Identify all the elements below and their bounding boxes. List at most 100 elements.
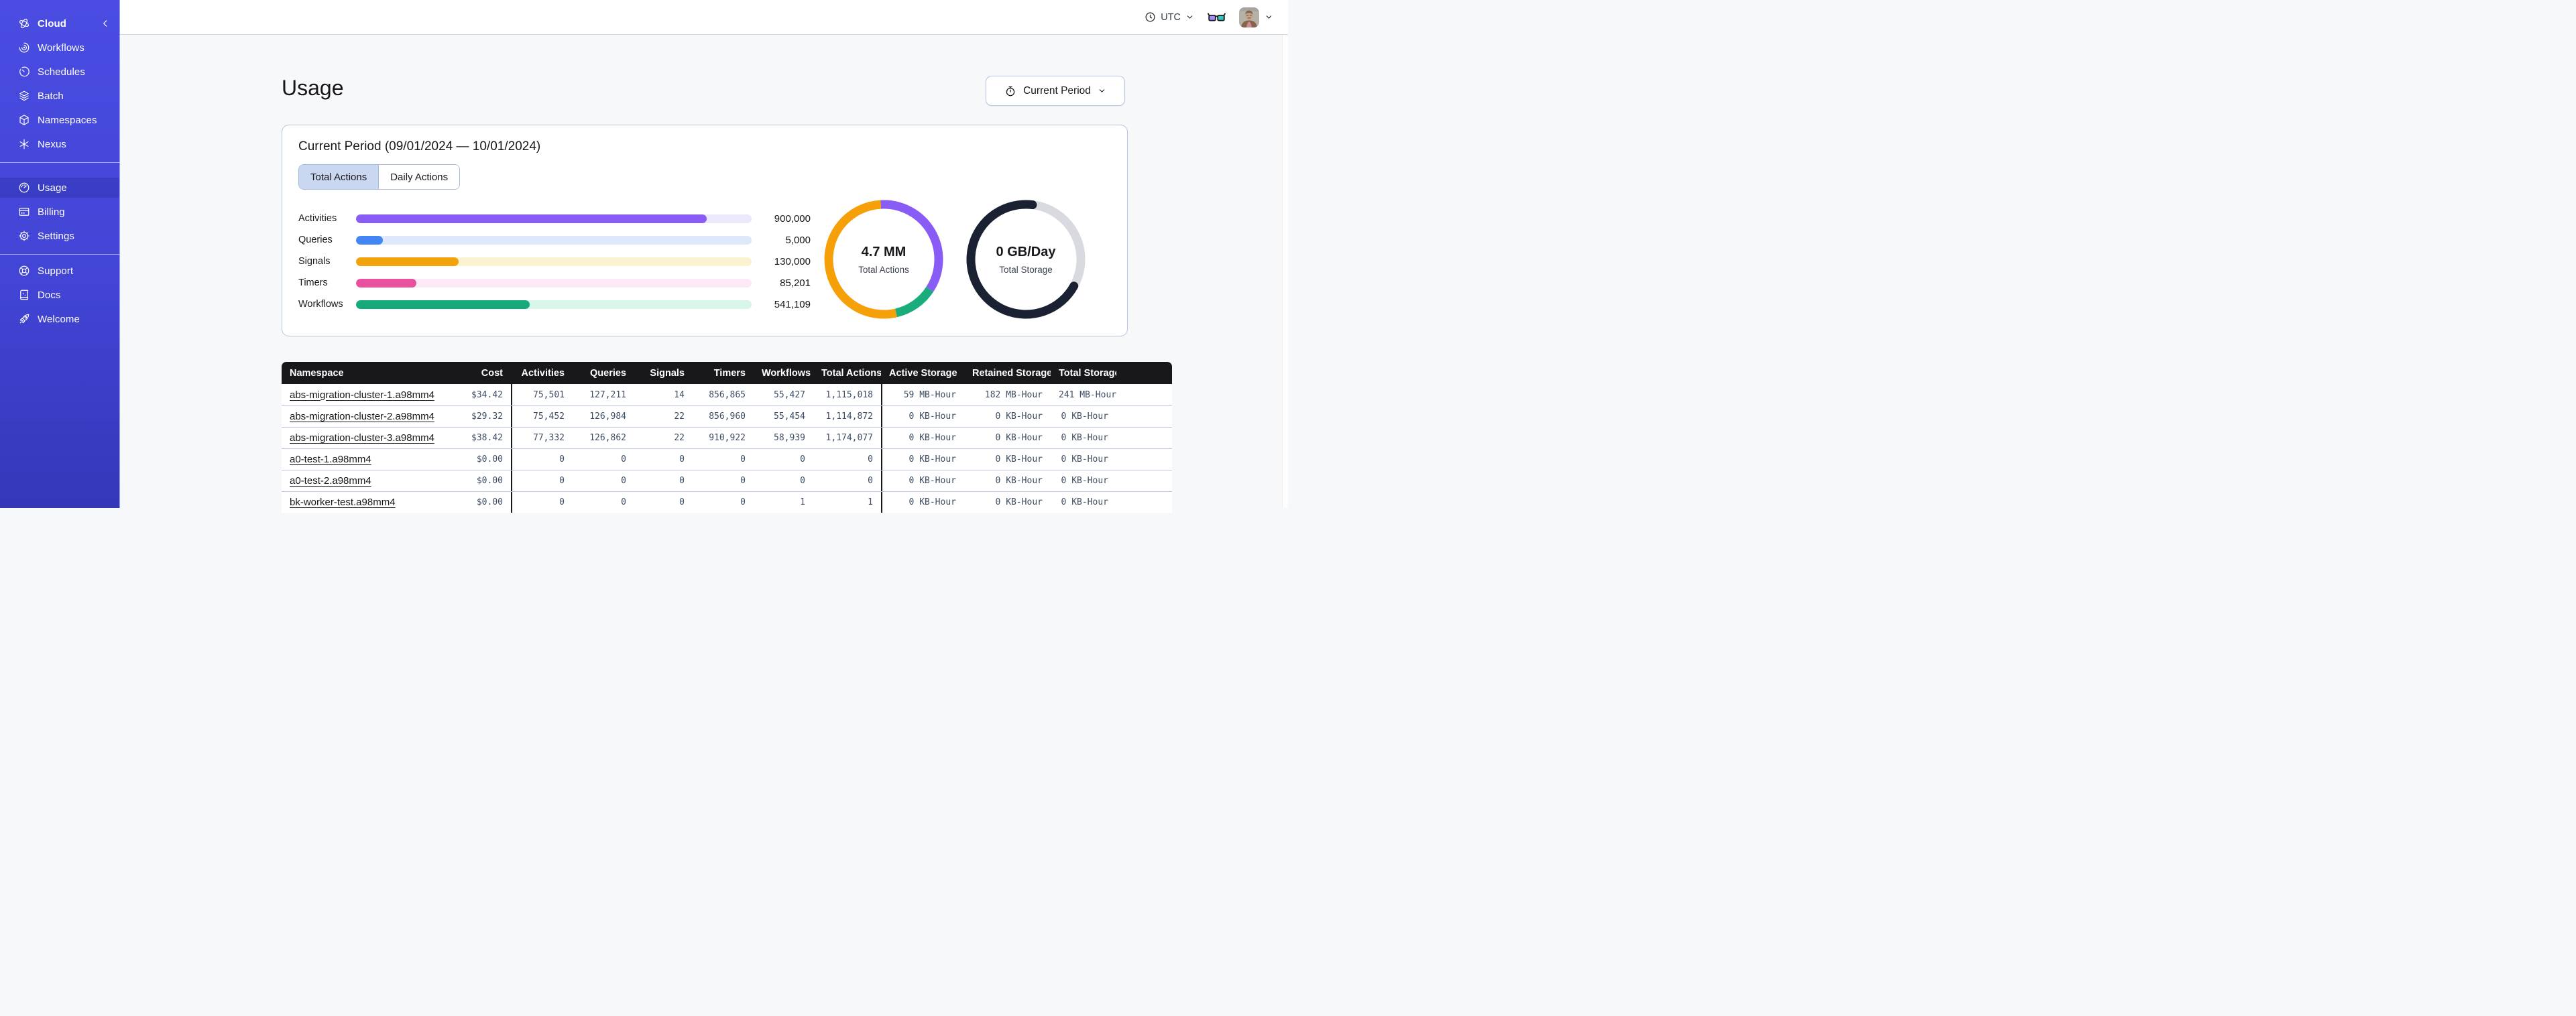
cell-active_storage: 0 KB-Hour: [881, 428, 964, 448]
cell-total_actions: 1,114,872: [825, 411, 873, 422]
cell-cost: $29.32: [471, 411, 503, 422]
usage-gauge-icon: [18, 182, 30, 194]
bar-track: [356, 214, 752, 223]
sidebar-item-label: Schedules: [38, 66, 85, 78]
sidebar-item-label: Batch: [38, 90, 64, 102]
sidebar-divider: [0, 254, 119, 255]
column-header-namespace: Namespace: [290, 367, 344, 379]
sidebar-brand-label: Cloud: [38, 17, 66, 29]
cell-activities: 0: [511, 492, 573, 513]
sidebar-item-settings[interactable]: Settings: [0, 226, 119, 246]
donut-total-storage: 0 GB/Day Total Storage: [965, 198, 1087, 320]
bar-row-activities: Activities 900,000: [298, 208, 823, 229]
bar-track: [356, 300, 752, 309]
cell-total_actions: 1: [868, 497, 873, 507]
cell-timers: 856,960: [709, 411, 746, 422]
sidebar-item-welcome[interactable]: Welcome: [0, 309, 119, 329]
user-menu[interactable]: [1239, 7, 1273, 27]
cell-workflows: 0: [800, 454, 805, 464]
cell-namespace: bk-worker-test.a98mm4: [282, 497, 451, 508]
cell-namespace: abs-migration-cluster-3.a98mm4: [282, 432, 451, 444]
bar-value: 900,000: [774, 212, 811, 225]
clock-icon: [1145, 12, 1155, 22]
donut-label: Total Storage: [999, 264, 1053, 275]
bar-row-timers: Timers 85,201: [298, 272, 823, 294]
sidebar-item-namespaces[interactable]: Namespaces: [0, 110, 119, 130]
sidebar-item-billing[interactable]: Billing: [0, 202, 119, 222]
column-header-signals: Signals: [650, 367, 685, 379]
namespace-link[interactable]: a0-test-2.a98mm4: [290, 475, 371, 487]
cell-timers: 910,922: [709, 433, 746, 443]
sidebar-item-schedules[interactable]: Schedules: [0, 62, 119, 82]
sidebar-item-label: Welcome: [38, 313, 80, 325]
cell-signals: 0: [679, 476, 685, 486]
sidebar-collapse-icon[interactable]: [101, 19, 110, 28]
column-header-activities: Activities: [521, 367, 565, 379]
stopwatch-icon: [1006, 86, 1015, 96]
donut-charts: 4.7 MM Total Actions 0 GB/Day Total Storage: [823, 198, 1111, 320]
tab-total-actions[interactable]: Total Actions: [299, 165, 379, 189]
cell-timers: 856,865: [709, 389, 746, 400]
scrollbar-track[interactable]: [1282, 35, 1288, 508]
feedback-glasses-icon[interactable]: [1208, 11, 1226, 23]
period-select-button[interactable]: Current Period: [986, 76, 1125, 106]
cell-queries: 0: [621, 497, 626, 507]
cell-queries: 127,211: [589, 389, 626, 400]
page-title: Usage: [282, 76, 344, 100]
cell-cost: $38.42: [471, 433, 503, 443]
timezone-select[interactable]: UTC: [1145, 11, 1194, 23]
donut-value: 0 GB/Day: [996, 244, 1056, 259]
bar-label: Queries: [298, 235, 333, 245]
cell-timers: 0: [740, 454, 746, 464]
namespace-link[interactable]: a0-test-1.a98mm4: [290, 454, 371, 465]
usage-summary-card: Current Period (09/01/2024 — 10/01/2024)…: [282, 125, 1128, 336]
temporal-logo-icon: [18, 17, 30, 29]
cell-queries: 0: [621, 454, 626, 464]
chevron-down-icon: [1187, 15, 1193, 19]
sidebar-item-docs[interactable]: Docs: [0, 285, 119, 305]
usage-bar-chart: Activities 900,000 Queries 5,000 Signals 130,…: [298, 198, 823, 320]
bar-fill: [356, 278, 417, 288]
sidebar-item-label: Nexus: [38, 138, 67, 150]
namespace-link[interactable]: abs-migration-cluster-2.a98mm4: [290, 411, 434, 422]
sidebar-divider: [0, 162, 119, 163]
nexus-asterisk-icon: [18, 138, 30, 150]
workflows-icon: [18, 42, 30, 54]
namespace-link[interactable]: abs-migration-cluster-1.a98mm4: [290, 389, 434, 401]
donut-label: Total Actions: [858, 264, 909, 275]
bar-label: Timers: [298, 277, 328, 288]
sidebar-item-batch[interactable]: Batch: [0, 86, 119, 106]
sidebar-item-label: Support: [38, 265, 74, 277]
sidebar-brand[interactable]: Cloud: [0, 13, 119, 34]
topbar: UTC: [120, 0, 1288, 35]
namespace-link[interactable]: abs-migration-cluster-3.a98mm4: [290, 432, 434, 444]
tab-daily-actions[interactable]: Daily Actions: [378, 165, 460, 189]
namespace-link[interactable]: bk-worker-test.a98mm4: [290, 497, 396, 508]
cell-cost: $0.00: [476, 497, 503, 507]
column-header-total_actions: Total Actions: [821, 367, 881, 379]
bar-fill: [356, 257, 459, 266]
sidebar-item-support[interactable]: Support: [0, 261, 119, 281]
cell-signals: 0: [679, 497, 685, 507]
sidebar-item-workflows[interactable]: Workflows: [0, 38, 119, 58]
bar-value: 85,201: [780, 277, 811, 289]
support-lifebuoy-icon: [18, 265, 30, 277]
cell-activities: 77,332: [511, 428, 573, 448]
cell-total_actions: 1,174,077: [825, 433, 873, 443]
sidebar-item-nexus[interactable]: Nexus: [0, 134, 119, 154]
avatar[interactable]: [1239, 7, 1259, 27]
bar-row-signals: Signals 130,000: [298, 251, 823, 272]
donut-total-actions: 4.7 MM Total Actions: [823, 198, 945, 320]
sidebar-item-label: Namespaces: [38, 114, 97, 126]
cell-namespace: a0-test-2.a98mm4: [282, 475, 451, 487]
sidebar-item-usage[interactable]: Usage: [0, 178, 119, 198]
period-select-label: Current Period: [1023, 84, 1091, 97]
table-body: abs-migration-cluster-1.a98mm4 $34.42 75,5…: [282, 384, 1172, 513]
column-header-queries: Queries: [590, 367, 626, 379]
bar-value: 5,000: [785, 234, 811, 246]
column-header-active_storage: Active Storage: [889, 367, 957, 379]
column-header-workflows: Workflows: [762, 367, 811, 379]
sidebar-item-label: Workflows: [38, 42, 84, 54]
bar-row-queries: Queries 5,000: [298, 229, 823, 251]
bar-track: [356, 235, 752, 245]
